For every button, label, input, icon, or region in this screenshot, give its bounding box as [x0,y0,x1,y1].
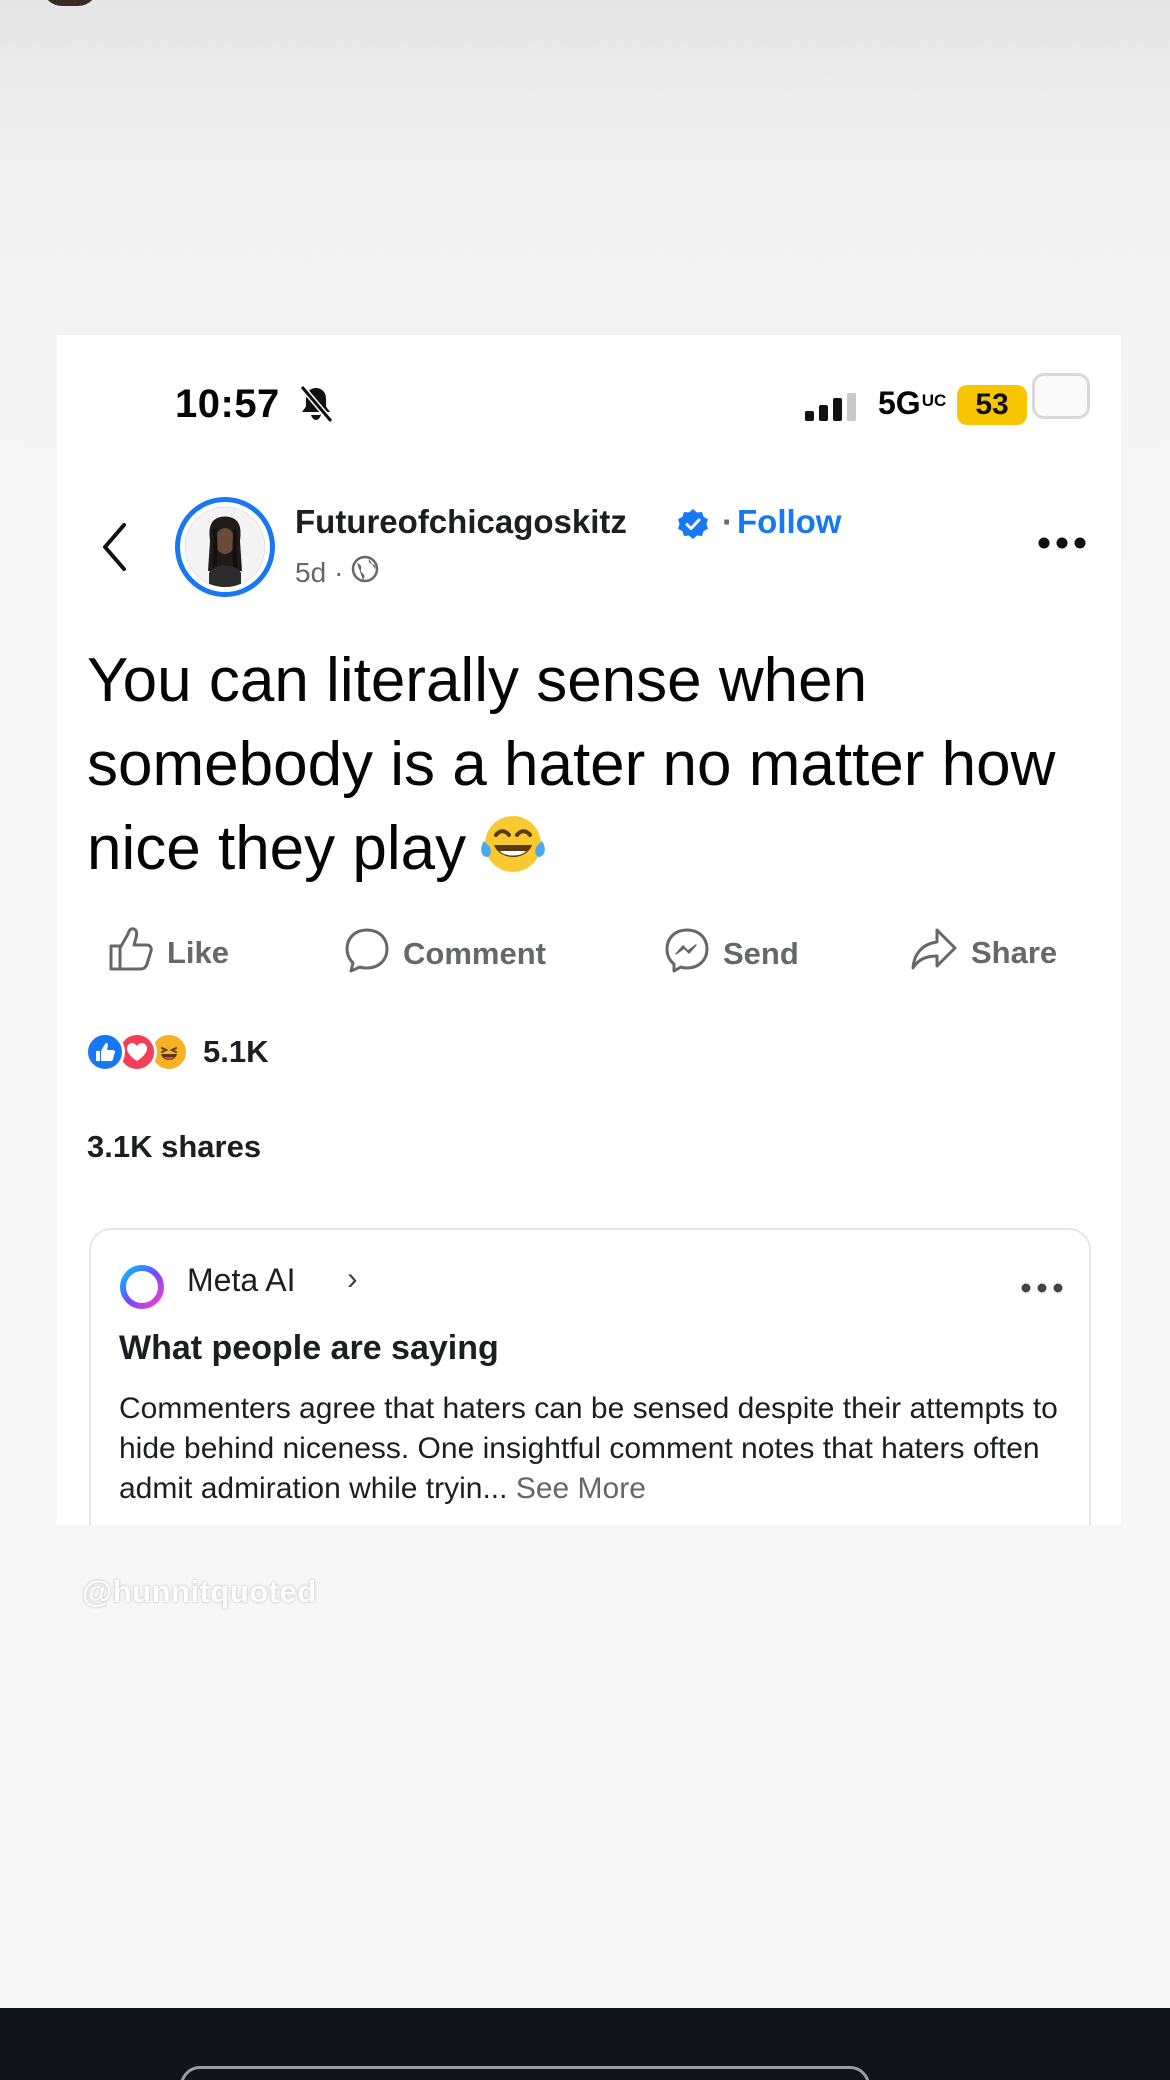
globe-icon [351,555,379,590]
thumbs-up-icon [107,926,155,980]
chevron-right-icon[interactable]: › [347,1260,358,1297]
ai-more-options-icon[interactable] [1021,1280,1063,1298]
more-options-icon[interactable] [1037,536,1087,555]
share-count[interactable]: 3.1K shares [87,1129,261,1165]
comment-bubble-icon [343,926,391,982]
like-reaction-icon [85,1032,125,1072]
meta-ai-ring-icon [117,1262,167,1317]
network-indicator: 5GUC [878,385,947,421]
ai-summary-text: Commenters agree that haters can be sens… [119,1392,1058,1505]
ai-summary-title: What people are saying [119,1329,499,1367]
post-text: You can literally sense when somebody is… [87,639,1087,899]
battery-badge: 53 [957,385,1027,425]
status-time: 10:57 [175,382,280,426]
meta-ai-summary-card[interactable]: Meta AI › What people are saying Comment… [89,1228,1091,1525]
post-age: 5d [295,556,327,588]
bell-muted-icon [299,385,334,428]
tears-of-joy-emoji-icon [480,811,546,899]
reply-input-pill[interactable] [180,2066,870,2080]
share-arrow-icon [909,926,959,980]
messenger-icon [663,926,711,982]
overlay-corner-box [1032,373,1090,419]
like-button[interactable]: Like [107,926,229,980]
post-screenshot-card: 10:57 5GUC 53 Futureofchicagoskitz · Fol… [57,335,1121,1525]
author-avatar[interactable] [175,497,275,597]
see-more-link[interactable]: See More [516,1472,646,1505]
share-button[interactable]: Share [909,926,1057,980]
reaction-summary[interactable]: 5.1K [85,1032,268,1072]
meta-ai-label[interactable]: Meta AI [187,1262,296,1299]
signal-bars-icon [805,393,863,426]
watermark-handle: @hunnitquoted [82,1574,317,1609]
comment-button[interactable]: Comment [343,926,546,982]
post-action-bar: Like Comment Send Share [57,926,1121,976]
reaction-count: 5.1K [203,1034,269,1069]
back-button[interactable] [99,521,129,578]
author-name[interactable]: Futureofchicagoskitz [295,503,627,541]
verified-badge-icon [677,508,709,545]
send-button[interactable]: Send [663,926,799,982]
story-avatar-edge [42,0,98,6]
post-meta: 5d · [295,555,379,590]
follow-button[interactable]: · Follow [722,503,841,541]
bottom-navigation-bar [0,2008,1170,2080]
